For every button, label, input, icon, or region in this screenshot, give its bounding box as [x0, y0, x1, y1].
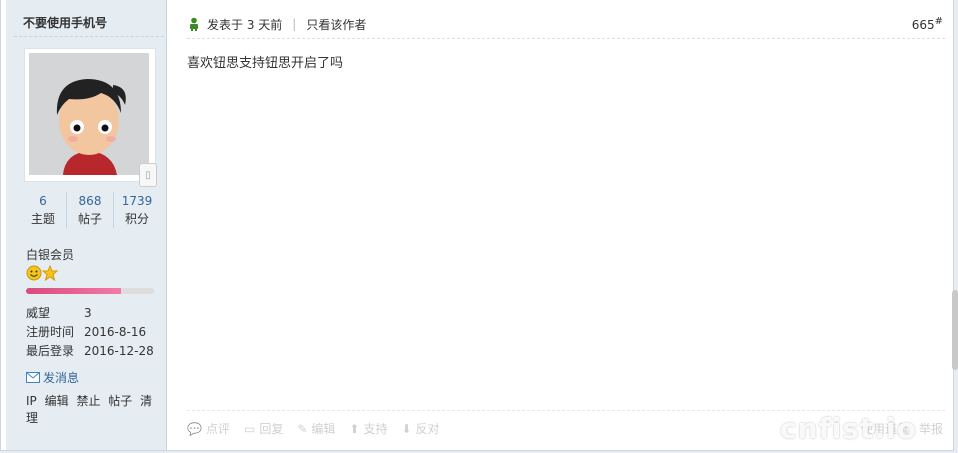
admin-ip-link[interactable]: IP — [26, 394, 37, 408]
site-watermark: cnfist.io — [780, 412, 917, 445]
comment-icon: 💬 — [187, 421, 202, 436]
info-value: 2016-8-16 — [84, 325, 147, 339]
post-time: 发表于 3 天前 — [207, 17, 283, 32]
only-author-link[interactable]: 只看该作者 — [306, 16, 366, 33]
author-sidebar: 不要使用手机号 ▯ 6 主题 868 帖子 1739 积分 白银会员 威望 3 … — [6, 0, 167, 450]
rate-label: 点评 — [205, 422, 230, 436]
stat-label: 主题 — [30, 212, 55, 226]
info-row: 注册时间 2016-8-16 — [26, 323, 154, 342]
avatar-frame[interactable]: ▯ — [24, 48, 157, 187]
support-label: 支持 — [363, 422, 388, 436]
stat-label: 帖子 — [77, 212, 102, 226]
floor-mark: # — [934, 16, 943, 27]
floor-value: 665 — [911, 18, 935, 32]
pencil-icon: ✎ — [297, 421, 308, 436]
divider — [14, 36, 164, 38]
thumb-down-icon: ⬇ — [401, 421, 412, 436]
author-info: 威望 3 注册时间 2016-8-16 最后登录 2016-12-28 — [26, 304, 154, 361]
user-group[interactable]: 白银会员 — [26, 246, 74, 263]
rate-button[interactable]: 💬 点评 — [187, 420, 230, 437]
envelope-icon — [26, 372, 40, 383]
edit-button[interactable]: ✎ 编辑 — [297, 420, 335, 437]
level-progress-fill — [26, 288, 121, 294]
post-frame: 不要使用手机号 ▯ 6 主题 868 帖子 1739 积分 白银会员 威望 3 … — [0, 0, 954, 451]
info-key: 注册时间 — [26, 325, 75, 339]
level-progress-bar — [26, 288, 154, 294]
support-button[interactable]: ⬆ 支持 — [349, 420, 387, 437]
info-row: 最后登录 2016-12-28 — [26, 342, 154, 361]
edit-label: 编辑 — [311, 422, 336, 436]
admin-links: IP 编辑 禁止 帖子 清理 — [26, 392, 166, 426]
oppose-label: 反对 — [415, 422, 440, 436]
oppose-button[interactable]: ⬇ 反对 — [401, 420, 439, 437]
admin-ban-link[interactable]: 禁止 — [76, 394, 100, 408]
report-link[interactable]: 举报 — [919, 420, 943, 437]
stat-value: 868 — [78, 194, 102, 208]
post-message: 喜欢钮思支持钮思开启了吗 — [187, 56, 344, 71]
post-header: 发表于 3 天前 | 只看该作者 — [187, 12, 945, 36]
info-key: 威望 — [26, 306, 51, 320]
reply-label: 回复 — [259, 422, 284, 436]
divider — [187, 38, 945, 40]
scrollbar-thumb[interactable] — [952, 290, 958, 370]
send-message-link[interactable]: 发消息 — [26, 369, 79, 386]
rank-icons — [26, 264, 62, 282]
stat-value: 1739 — [121, 194, 153, 208]
info-row: 威望 3 — [26, 304, 154, 323]
stat-posts[interactable]: 868 帖子 — [67, 192, 114, 228]
separator: | — [292, 17, 297, 31]
avatar-image — [29, 53, 149, 175]
user-online-icon — [190, 17, 198, 31]
info-value: 3 — [84, 306, 92, 320]
thumb-up-icon: ⬆ — [349, 421, 360, 436]
avatar[interactable] — [29, 53, 149, 175]
stat-credits[interactable]: 1739 积分 — [114, 192, 160, 228]
post-content-area: 发表于 3 天前 | 只看该作者 665# 喜欢钮思支持钮思开启了吗 💬 点评 ▭… — [167, 0, 953, 450]
stat-value: 6 — [39, 194, 47, 208]
admin-posts-link[interactable]: 帖子 — [108, 394, 132, 408]
send-message-label: 发消息 — [43, 371, 80, 385]
reply-icon: ▭ — [243, 421, 256, 436]
floor-number[interactable]: 665# — [912, 16, 943, 32]
stat-threads[interactable]: 6 主题 — [20, 192, 67, 228]
info-key: 最后登录 — [26, 344, 75, 358]
stat-label: 积分 — [124, 212, 149, 226]
post-actions: 💬 点评 ▭ 回复 ✎ 编辑 ⬆ 支持 ⬇ 反对 — [187, 420, 440, 437]
reply-button[interactable]: ▭ 回复 — [244, 420, 283, 437]
admin-edit-link[interactable]: 编辑 — [45, 394, 69, 408]
phone-icon: ▯ — [139, 163, 157, 187]
info-value: 2016-12-28 — [84, 344, 154, 358]
rank-smiley-star-icon — [26, 264, 59, 282]
author-name[interactable]: 不要使用手机号 — [23, 14, 107, 31]
author-stats: 6 主题 868 帖子 1739 积分 — [20, 192, 160, 228]
